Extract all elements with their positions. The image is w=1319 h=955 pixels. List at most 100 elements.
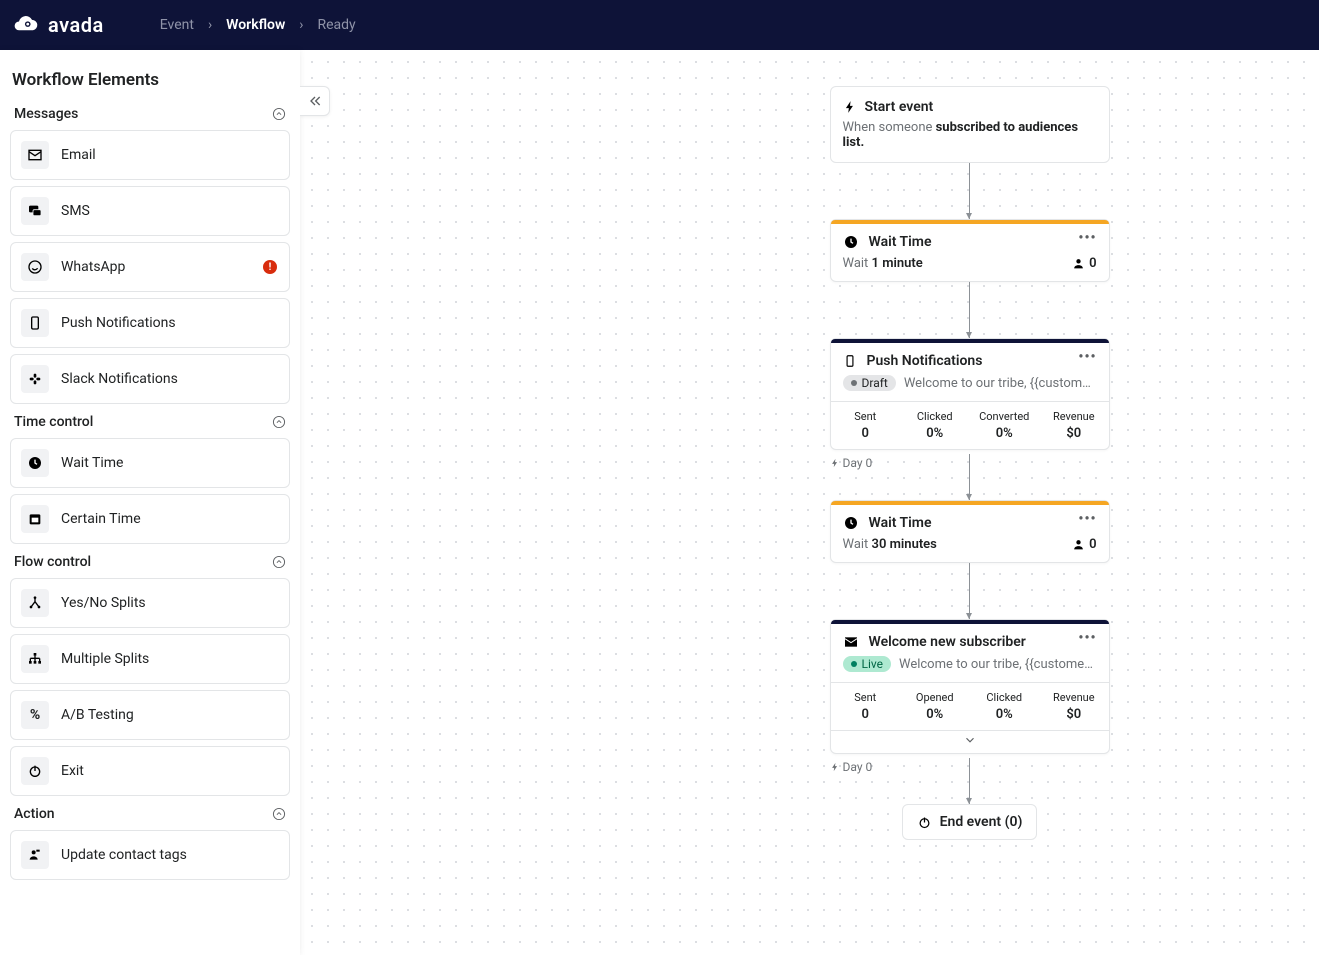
element-label: Multiple Splits: [61, 651, 149, 667]
person-icon: [1072, 538, 1085, 551]
node-metrics: Sent0 Clicked0% Converted0% Revenue$0: [831, 401, 1109, 449]
section-flow-header[interactable]: Flow control: [14, 554, 286, 570]
element-label: SMS: [61, 203, 90, 219]
push-icon: [27, 315, 43, 331]
percent-icon: %: [30, 707, 40, 723]
split-icon: [27, 595, 43, 611]
node-title: Start event: [865, 99, 934, 115]
element-label: A/B Testing: [61, 707, 134, 723]
element-label: Exit: [61, 763, 84, 779]
chevron-up-icon: [272, 107, 286, 121]
connector: [969, 163, 970, 219]
calendar-icon: [27, 511, 43, 527]
element-slack[interactable]: Slack Notifications: [10, 354, 290, 404]
element-update-tags[interactable]: Update contact tags: [10, 830, 290, 880]
push-icon: [843, 354, 857, 368]
warning-badge-icon: !: [263, 260, 277, 274]
end-event-node[interactable]: End event (0): [902, 804, 1038, 840]
element-push[interactable]: Push Notifications: [10, 298, 290, 348]
start-event-node[interactable]: Start event When someone subscribed to a…: [830, 86, 1110, 163]
node-menu-button[interactable]: •••: [1078, 230, 1096, 246]
element-whatsapp[interactable]: WhatsApp !: [10, 242, 290, 292]
lightning-icon: [843, 100, 857, 114]
people-count: 0: [1072, 537, 1096, 552]
sidebar-title: Workflow Elements: [12, 70, 288, 90]
node-menu-button[interactable]: •••: [1078, 630, 1096, 646]
push-notification-node[interactable]: Push Notifications ••• Draft Welcome to …: [830, 338, 1110, 450]
section-action-header[interactable]: Action: [14, 806, 286, 822]
element-label: Yes/No Splits: [61, 595, 146, 611]
section-messages-header[interactable]: Messages: [14, 106, 286, 122]
wait-label: Wait 1 minute: [843, 256, 923, 271]
element-email[interactable]: Email: [10, 130, 290, 180]
user-tag-icon: [27, 847, 43, 863]
email-icon: [843, 634, 859, 650]
breadcrumb: Event › Workflow › Ready: [160, 17, 356, 33]
sidebar-collapse-button[interactable]: [300, 86, 330, 116]
wait-label: Wait 30 minutes: [843, 537, 937, 552]
status-badge-live: Live: [843, 656, 891, 672]
end-event-label: End event (0): [940, 814, 1023, 830]
chevron-down-icon: [963, 733, 977, 747]
node-title: Wait Time: [869, 515, 932, 531]
wait-time-node[interactable]: Wait Time ••• Wait 1 minute 0: [830, 219, 1110, 282]
wait-time-node[interactable]: Wait Time ••• Wait 30 minutes 0: [830, 500, 1110, 563]
clock-icon: [27, 455, 43, 471]
node-title: Push Notifications: [867, 353, 983, 369]
element-ab-testing[interactable]: % A/B Testing: [10, 690, 290, 740]
clock-icon: [843, 234, 859, 250]
node-metrics: Sent0 Opened0% Clicked0% Revenue$0: [831, 682, 1109, 730]
element-label: Push Notifications: [61, 315, 176, 331]
section-time-header[interactable]: Time control: [14, 414, 286, 430]
email-icon: [27, 147, 43, 163]
connector: [969, 454, 970, 500]
chevron-up-icon: [272, 415, 286, 429]
chevron-up-icon: [272, 807, 286, 821]
node-menu-button[interactable]: •••: [1078, 349, 1096, 365]
person-icon: [1072, 257, 1085, 270]
section-label: Action: [14, 806, 55, 822]
element-label: Email: [61, 147, 96, 163]
clock-icon: [843, 515, 859, 531]
app-header: avada Event › Workflow › Ready: [0, 0, 1319, 50]
cloud-icon: [12, 11, 40, 39]
app-name: avada: [48, 13, 104, 37]
whatsapp-icon: [27, 259, 43, 275]
element-exit[interactable]: Exit: [10, 746, 290, 796]
connector: [969, 282, 970, 338]
breadcrumb-event[interactable]: Event: [160, 17, 194, 33]
chevron-double-left-icon: [307, 93, 323, 109]
element-multi-split[interactable]: Multiple Splits: [10, 634, 290, 684]
connector: [969, 563, 970, 619]
element-label: Wait Time: [61, 455, 123, 471]
section-label: Flow control: [14, 554, 91, 570]
slack-icon: [27, 371, 43, 387]
multisplit-icon: [27, 651, 43, 667]
element-label: WhatsApp: [61, 259, 125, 275]
sms-icon: [27, 203, 43, 219]
elements-sidebar: Workflow Elements Messages Email SMS Wha…: [0, 50, 300, 955]
email-node[interactable]: Welcome new subscriber ••• Live Welcome …: [830, 619, 1110, 754]
element-certain-time[interactable]: Certain Time: [10, 494, 290, 544]
people-count: 0: [1072, 256, 1096, 271]
connector: [969, 758, 970, 804]
section-label: Messages: [14, 106, 78, 122]
breadcrumb-workflow[interactable]: Workflow: [226, 17, 285, 33]
element-yesno-split[interactable]: Yes/No Splits: [10, 578, 290, 628]
node-menu-button[interactable]: •••: [1078, 511, 1096, 527]
node-title: Wait Time: [869, 234, 932, 250]
expand-node-button[interactable]: [831, 730, 1109, 753]
node-title: Welcome new subscriber: [869, 634, 1026, 650]
element-label: Certain Time: [61, 511, 141, 527]
status-badge-draft: Draft: [843, 375, 896, 391]
power-icon: [27, 763, 43, 779]
chevron-up-icon: [272, 555, 286, 569]
lightning-icon: [830, 458, 840, 468]
workflow-canvas[interactable]: Start event When someone subscribed to a…: [300, 50, 1319, 955]
breadcrumb-ready[interactable]: Ready: [318, 17, 356, 33]
element-sms[interactable]: SMS: [10, 186, 290, 236]
element-wait-time[interactable]: Wait Time: [10, 438, 290, 488]
app-logo: avada: [12, 11, 104, 39]
power-icon: [917, 815, 932, 830]
chevron-right-icon: ›: [299, 17, 303, 33]
